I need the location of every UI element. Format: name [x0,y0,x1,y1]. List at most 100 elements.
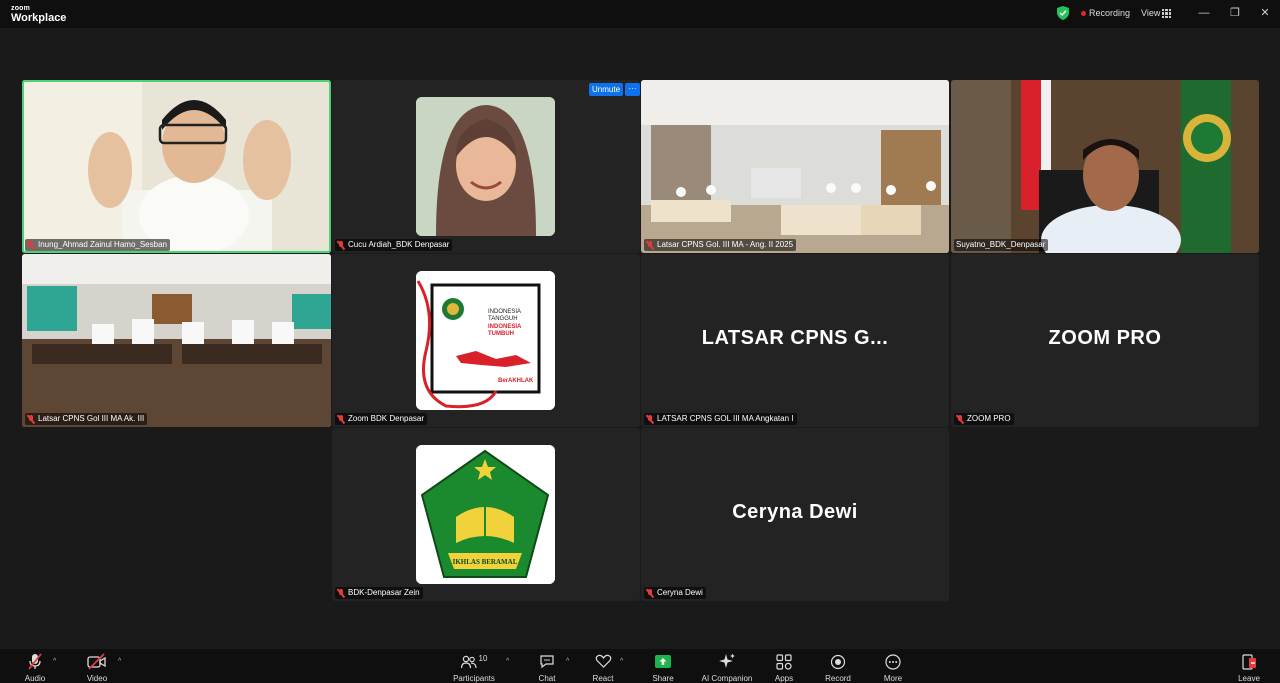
mic-muted-icon [646,588,654,598]
video-tile-zoom-bdk-denpasar[interactable]: INDONESIA TANGGUH INDONESIA TUMBUH BerAK… [332,254,640,427]
audio-button[interactable]: Audio [22,653,48,683]
svg-text:INDONESIA: INDONESIA [488,324,522,330]
video-tile-cucu[interactable]: Cucu Ardiah_BDK Denpasar [332,80,640,253]
participant-name: Cucu Ardiah_BDK Denpasar [348,240,450,249]
react-button[interactable]: React [590,653,616,683]
participants-label: Participants [453,674,495,683]
video-tile-latsar-angkatan-i[interactable]: LATSAR CPNS G... LATSAR CPNS GOL III MA … [641,254,949,427]
shield-icon[interactable] [1057,6,1069,20]
name-tag: Latsar CPNS Gol. III MA - Ang. II 2025 [644,239,797,251]
apps-label: Apps [774,674,794,683]
participants-icon-row: 10 [451,653,497,670]
apps-icon [771,653,797,670]
svg-text:TANGGUH: TANGGUH [488,316,518,322]
name-tag: Suyatno_BDK_Denpasar [954,239,1049,251]
participant-name: Zoom BDK Denpasar [348,414,425,423]
share-button[interactable]: Share [650,653,676,683]
minimize-button[interactable]: — [1196,5,1212,21]
participant-name: BDK-Denpasar Zein [348,588,420,597]
chat-options-chevron-icon[interactable]: ^ [566,658,569,665]
name-tag: Cucu Ardiah_BDK Denpasar [335,239,453,251]
camera-off-icon [84,653,110,670]
title-bar: zoom Workplace Recording View — ❐ ✕ [0,0,1280,28]
audio-options-chevron-icon[interactable]: ^ [53,658,56,665]
brand-big: Workplace [11,12,67,24]
grid-view-icon[interactable] [1162,9,1171,18]
participant-display-name: ZOOM PRO [1048,326,1162,349]
name-tag: BDK-Denpasar Zein [335,587,423,599]
participant-name: Suyatno_BDK_Denpasar [956,240,1046,249]
video-tile-ceryna-dewi[interactable]: Ceryna Dewi Ceryna Dewi [641,428,949,601]
chat-icon [534,653,560,670]
participant-video [951,80,1259,253]
recording-label[interactable]: Recording [1089,8,1130,18]
apps-button[interactable]: Apps [771,653,797,683]
restore-button[interactable]: ❐ [1227,5,1243,21]
recording-dot-icon [1081,11,1086,16]
mic-muted-icon [22,653,48,670]
mic-muted-icon [27,240,35,250]
mic-muted-icon [956,414,964,424]
participant-name: ZOOM PRO [967,414,1011,423]
mic-muted-icon [337,588,345,598]
participant-name: Inung_Ahmad Zainul Hamo_Sesban [38,240,167,249]
leave-door-icon [1236,653,1262,670]
audio-label: Audio [24,674,46,683]
name-tag: ZOOM PRO [954,413,1014,425]
participants-count: 10 [478,654,488,663]
name-tag: Ceryna Dewi [644,587,706,599]
participants-button[interactable]: 10 Participants [451,653,497,683]
react-label: React [592,674,614,683]
participant-photo [416,97,555,236]
leave-button[interactable]: Leave [1236,653,1262,683]
name-tag: Zoom BDK Denpasar [335,413,428,425]
video-options-chevron-icon[interactable]: ^ [118,658,121,665]
leave-label: Leave [1238,674,1260,683]
video-label: Video [86,674,108,683]
mic-muted-icon [646,414,654,424]
ai-companion-button[interactable]: AI Companion [700,653,754,683]
participant-video [641,80,949,253]
participant-name: Latsar CPNS Gol III MA Ak. III [38,414,145,423]
record-button[interactable]: Record [824,653,852,683]
mic-muted-icon [337,414,345,424]
unmute-participant-button[interactable]: Unmute [589,83,624,96]
more-label: More [883,674,903,683]
participant-display-name: Ceryna Dewi [732,500,858,523]
chat-button[interactable]: Chat [534,653,560,683]
meeting-toolbar: Audio ^ Video ^ 10 Participants ^ Chat ^… [0,649,1280,683]
share-screen-icon [650,653,676,670]
video-tile-suyatno[interactable]: Suyatno_BDK_Denpasar [951,80,1259,253]
name-tag: LATSAR CPNS GOL III MA Angkatan I [644,413,797,425]
participants-icon [460,655,477,668]
mic-muted-icon [337,240,345,250]
svg-text:TUMBUH: TUMBUH [488,331,514,337]
tile-more-button[interactable]: ··· [625,83,640,96]
sparkle-icon [700,653,754,670]
participant-name: Latsar CPNS Gol. III MA - Ang. II 2025 [657,240,794,249]
video-tile-inung[interactable]: Inung_Ahmad Zainul Hamo_Sesban [22,80,331,253]
heart-icon [590,653,616,670]
participants-options-chevron-icon[interactable]: ^ [506,658,509,665]
video-tile-latsar-ang-ii[interactable]: Latsar CPNS Gol. III MA - Ang. II 2025 [641,80,949,253]
view-button[interactable]: View [1141,8,1160,18]
video-tile-bdk-denpasar-zein[interactable]: IKHLAS BERAMAL BDK-Denpasar Zein [332,428,640,601]
close-button[interactable]: ✕ [1257,5,1273,21]
participant-display-name: LATSAR CPNS G... [701,326,889,349]
zoom-logo: zoom Workplace [11,5,66,24]
video-tile-zoom-pro[interactable]: ZOOM PRO ZOOM PRO [951,254,1259,427]
video-tile-latsar-ak-iii[interactable]: Latsar CPNS Gol III MA Ak. III [22,254,331,427]
participant-photo: IKHLAS BERAMAL [416,445,555,584]
mic-muted-icon [646,240,654,250]
svg-text:IKHLAS BERAMAL: IKHLAS BERAMAL [453,558,518,566]
more-button[interactable]: More [880,653,906,683]
react-options-chevron-icon[interactable]: ^ [620,658,623,665]
record-icon [824,653,852,670]
svg-text:BerAKHLAK: BerAKHLAK [498,378,534,384]
mic-muted-icon [27,414,35,424]
share-label: Share [652,674,674,683]
video-button[interactable]: Video [84,653,110,683]
participant-video [22,254,331,427]
chat-label: Chat [538,674,556,683]
participant-name: LATSAR CPNS GOL III MA Angkatan I [657,414,794,423]
